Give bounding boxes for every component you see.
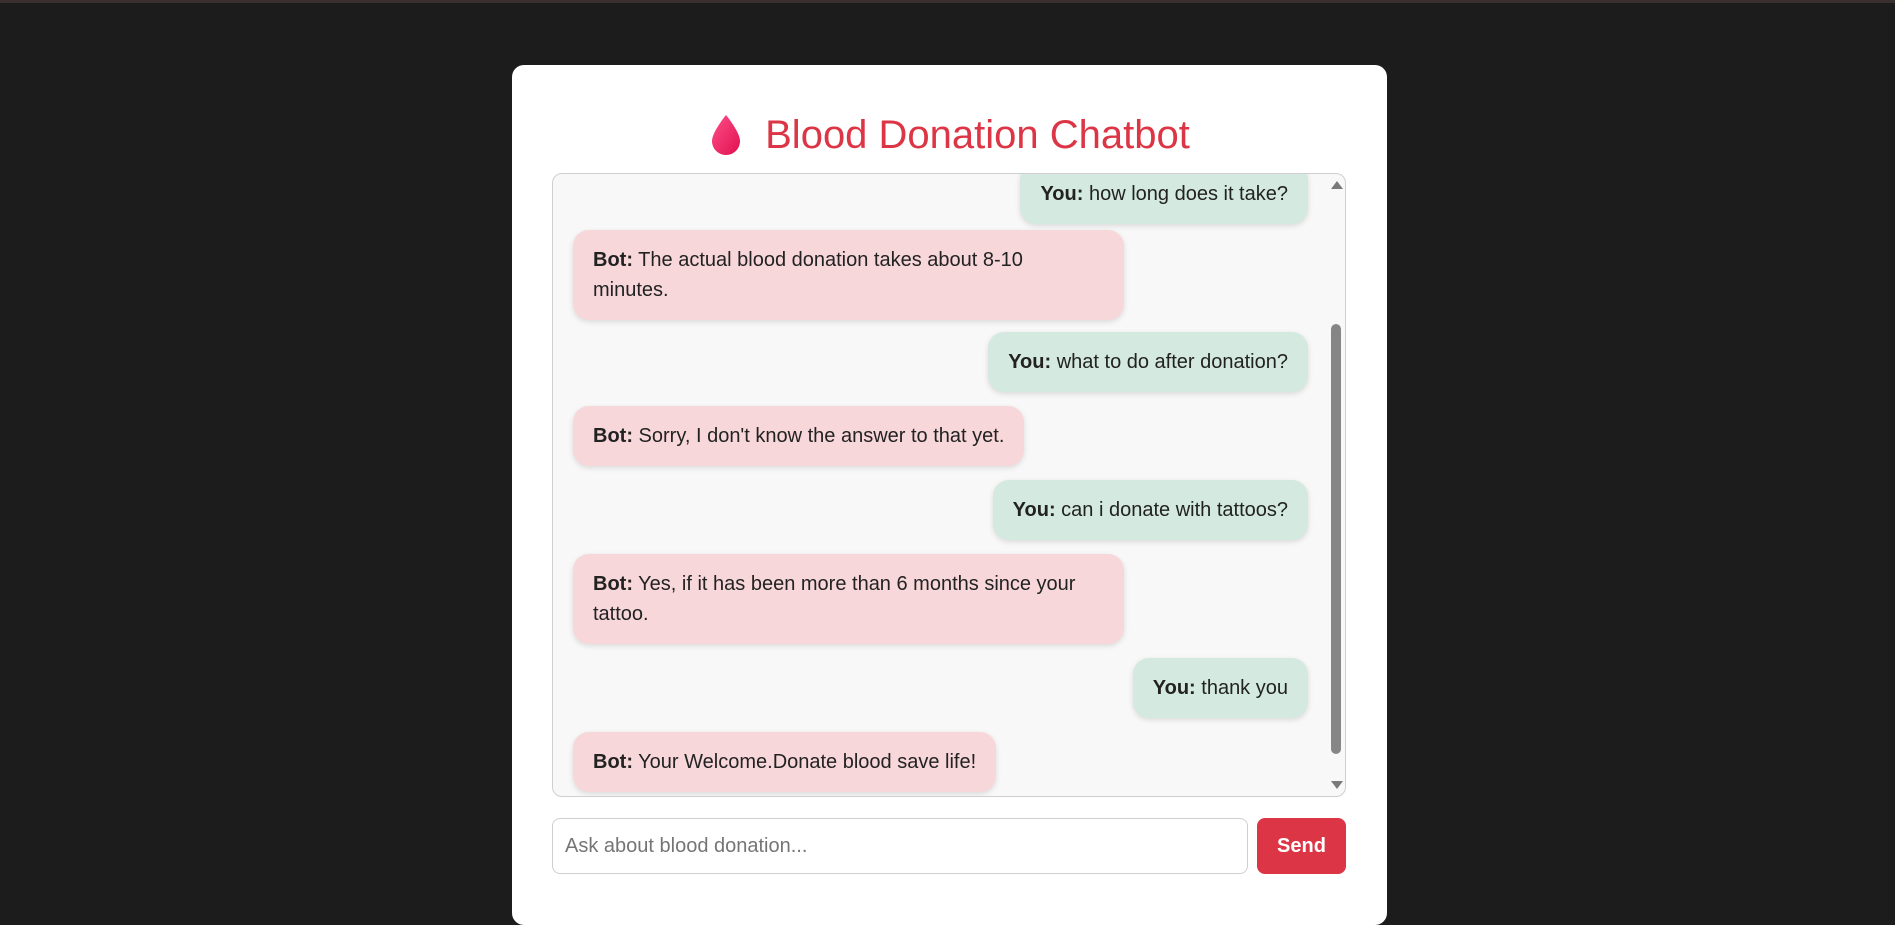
user-message: You: what to do after donation? [988,332,1308,392]
blood-drop-icon [709,113,743,157]
message-text: Yes, if it has been more than 6 months s… [593,573,1076,625]
bot-message: Bot: Sorry, I don't know the answer to t… [573,406,1025,466]
message-text: can i donate with tattoos? [1055,499,1288,521]
send-button[interactable]: Send [1257,818,1346,874]
speaker-label: You: [1152,677,1196,699]
header: Blood Donation Chatbot [512,105,1387,165]
user-message: You: can i donate with tattoos? [992,480,1308,540]
message-text: how long does it take? [1083,183,1288,205]
message-text: The actual blood donation takes about 8-… [593,249,1023,301]
window-top-border [0,0,1895,3]
speaker-label: You: [1012,499,1056,521]
speaker-label: Bot: [593,249,633,271]
scroll-down-arrow-icon[interactable] [1331,781,1343,789]
chatbot-card: Blood Donation Chatbot You: how long doe… [512,65,1387,925]
scroll-up-arrow-icon[interactable] [1331,181,1343,189]
speaker-label: Bot: [593,573,633,595]
bot-message: Bot: Yes, if it has been more than 6 mon… [573,554,1124,644]
speaker-label: Bot: [593,425,633,447]
message-text: Your Welcome.Donate blood save life! [632,751,977,773]
chat-log[interactable]: You: how long does it take? Bot: The act… [552,173,1346,797]
speaker-label: You: [1008,351,1052,373]
message-input[interactable] [552,818,1248,874]
composer: Send [552,818,1346,874]
bot-message: Bot: Your Welcome.Donate blood save life… [573,732,997,792]
scroll-thumb[interactable] [1331,324,1341,754]
bot-message: Bot: The actual blood donation takes abo… [573,230,1124,320]
chat-scrollbar[interactable] [1327,174,1345,796]
user-message: You: how long does it take? [1020,174,1308,224]
message-text: what to do after donation? [1051,351,1288,373]
message-text: thank you [1195,677,1288,699]
speaker-label: Bot: [593,751,633,773]
message-text: Sorry, I don't know the answer to that y… [632,425,1005,447]
user-message: You: thank you [1132,658,1308,718]
page-title: Blood Donation Chatbot [765,112,1190,157]
speaker-label: You: [1040,183,1084,205]
